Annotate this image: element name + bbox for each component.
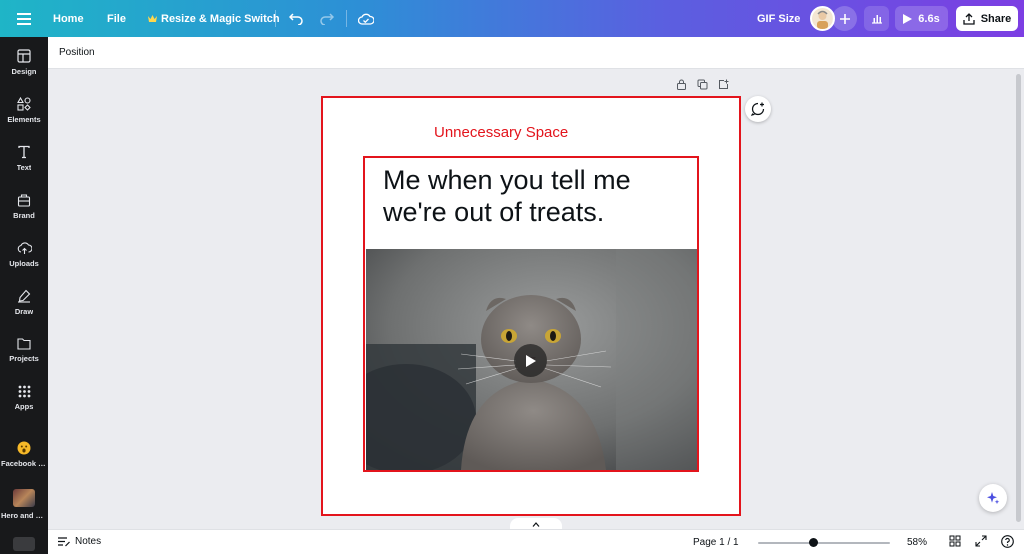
chevron-up-icon: [532, 521, 540, 527]
text-icon: [18, 145, 30, 159]
crown-icon: [148, 14, 157, 23]
magic-assistant-button[interactable]: [979, 484, 1007, 512]
sidebar-item-facebook-reactions[interactable]: Facebook R...: [0, 441, 48, 468]
add-comment-button[interactable]: [745, 96, 771, 122]
fullscreen-icon[interactable]: [975, 535, 987, 550]
video-play-button[interactable]: [514, 344, 547, 377]
headline-text[interactable]: Me when you tell me we're out of treats.: [383, 164, 683, 228]
sidebar-item-brand[interactable]: Brand: [0, 193, 48, 220]
folder-icon: [17, 338, 31, 350]
bar-chart-icon: [871, 15, 882, 24]
context-toolbar: Position: [48, 37, 1024, 69]
notes-icon: [58, 536, 70, 546]
sidebar-item-draw[interactable]: Draw: [0, 289, 48, 316]
sidebar-more-app-thumb[interactable]: [13, 537, 35, 551]
sidebar-item-design[interactable]: Design: [0, 49, 48, 76]
bottom-bar: Notes Page 1 / 1 58%: [48, 529, 1024, 554]
duplicate-page-icon[interactable]: [697, 77, 708, 95]
notes-button[interactable]: Notes: [58, 536, 101, 547]
resize-magic-switch-button[interactable]: Resize & Magic Switch: [148, 0, 280, 37]
hamburger-menu-icon[interactable]: [14, 0, 34, 37]
sidebar-item-projects[interactable]: Projects: [0, 337, 48, 363]
apps-grid-icon: [18, 385, 30, 398]
hero-app-icon: [13, 489, 35, 507]
share-button[interactable]: Share: [956, 6, 1018, 31]
toolbar-divider: [346, 10, 347, 27]
zoom-slider-track[interactable]: [758, 542, 890, 544]
position-button[interactable]: Position: [59, 47, 95, 58]
notes-label: Notes: [75, 536, 102, 547]
sidebar-item-apps[interactable]: Apps: [0, 385, 48, 411]
share-upload-icon: [963, 12, 975, 25]
facebook-reactions-app-icon: [17, 441, 31, 455]
play-duration: 6.6s: [918, 12, 940, 25]
play-icon: [525, 354, 536, 367]
resize-magic-switch-label: Resize & Magic Switch: [161, 12, 280, 25]
sidebar-item-elements[interactable]: Elements: [0, 97, 48, 124]
left-sidebar: Design Elements Text Brand Uploads Draw …: [0, 37, 48, 554]
grid-view-icon[interactable]: [949, 535, 961, 550]
page-tools: [676, 77, 729, 95]
play-icon: [903, 13, 913, 24]
sparkle-icon: [987, 492, 1000, 505]
home-button[interactable]: Home: [53, 0, 84, 37]
zoom-slider-thumb[interactable]: [808, 538, 818, 547]
redo-icon[interactable]: [318, 0, 336, 37]
help-icon[interactable]: [1001, 535, 1014, 551]
sidebar-item-hero-and-sk[interactable]: Hero and Sk...: [0, 489, 48, 520]
size-label[interactable]: GIF Size: [757, 0, 800, 37]
layout-icon: [17, 49, 31, 63]
canvas-scrollbar[interactable]: [1016, 74, 1021, 522]
top-bar: Home File Resize & Magic Switch GIF Size…: [0, 0, 1024, 37]
share-label: Share: [980, 12, 1012, 25]
cloud-upload-icon: [17, 242, 32, 254]
page-indicator[interactable]: Page 1 / 1: [693, 537, 739, 548]
file-menu-button[interactable]: File: [107, 0, 126, 37]
zoom-level[interactable]: 58%: [907, 537, 927, 548]
toolbar-divider: [275, 10, 276, 27]
pen-icon: [18, 289, 31, 303]
brand-icon: [17, 194, 31, 207]
cloud-save-icon[interactable]: [356, 0, 376, 37]
lock-icon[interactable]: [676, 77, 687, 95]
add-collaborator-button[interactable]: [832, 6, 857, 31]
plus-icon: [839, 13, 850, 24]
sidebar-item-text[interactable]: Text: [0, 145, 48, 172]
add-page-icon[interactable]: [718, 77, 729, 95]
comment-add-icon: [751, 102, 765, 116]
shapes-icon: [17, 97, 31, 111]
undo-icon[interactable]: [287, 0, 305, 37]
analytics-button[interactable]: [864, 6, 889, 31]
unnecessary-space-annotation: Unnecessary Space: [434, 124, 569, 141]
sidebar-item-uploads[interactable]: Uploads: [0, 241, 48, 268]
play-preview-button[interactable]: 6.6s: [895, 6, 948, 31]
